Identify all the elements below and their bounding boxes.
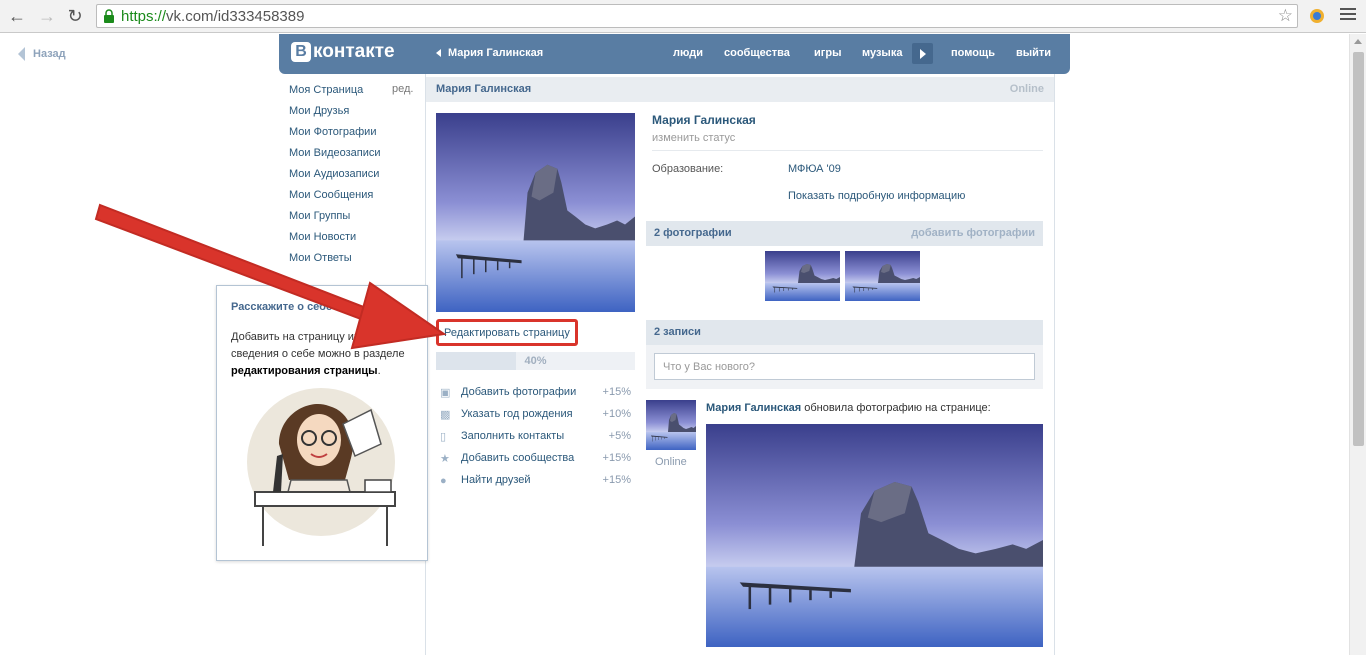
tooltip-text: Добавить на страницу интересные сведения… <box>231 331 409 377</box>
task-communities[interactable]: ★ Добавить сообщества +15% <box>440 452 635 468</box>
menu-communities[interactable]: сообщества <box>724 47 790 59</box>
education-label: Образование: <box>652 163 724 175</box>
education-value[interactable]: МФЮА '09 <box>788 163 841 175</box>
about-yourself-tooltip: Расскажите о себе Добавить на страницу и… <box>216 285 428 561</box>
add-photos-link[interactable]: добавить фотографии <box>911 227 1035 239</box>
post-header: Мария Галинская обновила фотографию на с… <box>706 402 991 414</box>
camera-icon: ▣ <box>440 387 451 399</box>
sidebar-item-friends[interactable]: Мои Друзья <box>289 104 349 118</box>
sidebar-item-messages[interactable]: Мои Сообщения <box>289 188 373 202</box>
page-back-link[interactable]: Назад <box>18 47 66 61</box>
wall-post-box: Что у Вас нового? <box>646 345 1043 389</box>
page-scrollbar[interactable] <box>1349 34 1366 655</box>
vk-header: В контакте Мария Галинская люди сообщест… <box>279 34 1070 74</box>
music-play-icon[interactable] <box>912 43 933 64</box>
back-triangle-icon <box>436 49 441 58</box>
task-birth-year[interactable]: ▩ Указать год рождения +10% <box>440 408 635 424</box>
task-find-friends[interactable]: ● Найти друзей +15% <box>440 474 635 490</box>
lock-icon <box>104 9 114 23</box>
vk-logo-icon[interactable]: В <box>291 42 311 62</box>
sidebar-item-videos[interactable]: Мои Видеозаписи <box>289 146 381 160</box>
gift-icon: ▩ <box>440 409 451 421</box>
change-status-link[interactable]: изменить статус <box>652 132 735 144</box>
wall-posts-count[interactable]: 2 записи <box>654 326 701 338</box>
vk-logo-text[interactable]: контакте <box>313 41 395 63</box>
woman-at-desk-illustration <box>247 388 396 546</box>
sidebar-edit-link[interactable]: ред. <box>392 83 413 95</box>
tooltip-title: Расскажите о себе <box>231 301 333 313</box>
menu-icon[interactable] <box>1340 8 1356 22</box>
back-arrow-icon[interactable]: ← <box>6 5 28 27</box>
sidebar-item-audio[interactable]: Мои Аудиозаписи <box>289 167 379 181</box>
wall-post-input[interactable]: Что у Вас нового? <box>654 353 1035 380</box>
friends-icon: ● <box>440 475 447 487</box>
menu-help[interactable]: помощь <box>951 47 995 59</box>
task-add-photos[interactable]: ▣ Добавить фотографии +15% <box>440 386 635 402</box>
wall-section-header: 2 записи <box>646 320 1043 345</box>
photo-thumbnail[interactable] <box>845 251 920 301</box>
scroll-up-icon[interactable] <box>1354 39 1362 44</box>
back-triangle-icon <box>18 47 25 61</box>
sidebar-item-groups[interactable]: Мои Группы <box>289 209 350 223</box>
extension-icon[interactable] <box>1308 7 1326 25</box>
sidebar-item-my-page[interactable]: Моя Страница <box>289 83 363 97</box>
task-contacts[interactable]: ▯ Заполнить контакты +5% <box>440 430 635 446</box>
edit-page-button[interactable]: Редактировать страницу <box>436 319 578 346</box>
reload-icon[interactable]: ↻ <box>64 5 86 27</box>
tooltip-link[interactable]: редактирования страницы <box>231 365 378 377</box>
photos-count[interactable]: 2 фотографии <box>654 227 732 239</box>
photo-thumbnail[interactable] <box>765 251 840 301</box>
bookmark-star-icon[interactable]: ☆ <box>1278 6 1293 26</box>
progress-label: 40% <box>524 355 547 367</box>
phone-icon: ▯ <box>440 431 447 443</box>
menu-people[interactable]: люди <box>673 47 703 59</box>
divider <box>652 150 1043 151</box>
browser-toolbar: ← → ↻ https://vk.com/id333458389 ☆ <box>0 0 1366 33</box>
sidebar-item-photos[interactable]: Мои Фотографии <box>289 125 376 139</box>
menu-music[interactable]: музыка <box>862 47 902 59</box>
post-author-online: Online <box>655 456 687 468</box>
profile-name: Мария Галинская <box>652 113 756 127</box>
post-action-text: обновила фотографию на странице: <box>804 402 991 414</box>
scrollbar-thumb[interactable] <box>1353 52 1364 446</box>
star-icon: ★ <box>440 453 450 465</box>
profile-avatar[interactable] <box>436 113 635 312</box>
online-status: Online <box>1009 83 1044 95</box>
show-more-info-link[interactable]: Показать подробную информацию <box>788 190 965 202</box>
profile-bar-name: Мария Галинская <box>436 83 532 95</box>
forward-arrow-icon[interactable]: → <box>36 5 58 27</box>
profile-progress-bar: 40% <box>436 352 635 370</box>
post-author-name[interactable]: Мария Галинская <box>706 402 801 414</box>
sidebar-item-answers[interactable]: Мои Ответы <box>289 251 352 265</box>
menu-games[interactable]: игры <box>814 47 841 59</box>
profile-name-bar: Мария Галинская Online <box>426 77 1054 102</box>
photos-section-header: 2 фотографии добавить фотографии <box>646 221 1043 246</box>
url-text: https://vk.com/id333458389 <box>121 8 305 25</box>
header-back-link[interactable]: Мария Галинская <box>436 47 543 59</box>
sidebar-item-news[interactable]: Мои Новости <box>289 230 356 244</box>
post-photo[interactable] <box>706 424 1043 647</box>
post-author-avatar[interactable] <box>646 400 696 450</box>
menu-logout[interactable]: выйти <box>1016 47 1051 59</box>
address-bar[interactable]: https://vk.com/id333458389 ☆ <box>96 4 1298 28</box>
